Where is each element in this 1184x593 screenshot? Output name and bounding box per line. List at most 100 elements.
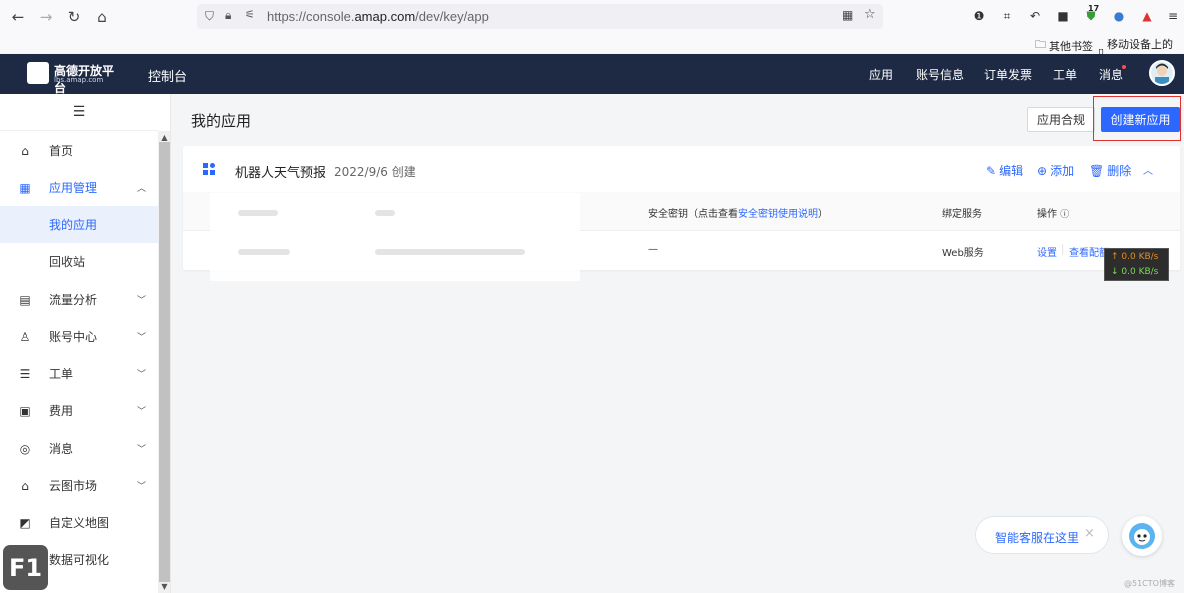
bookmark-other[interactable]: 🗀 其他书签	[1035, 36, 1093, 55]
sidebar-item-label: 自定义地图	[49, 516, 110, 530]
redacted-line	[238, 210, 278, 216]
sidebar-item-app-management[interactable]: ▦ 应用管理 ︿	[0, 169, 158, 206]
triangle-extension-icon[interactable]: ▲	[1139, 8, 1155, 24]
nav-messages[interactable]: 消息	[1099, 66, 1123, 83]
reload-icon[interactable]: ↻	[60, 3, 88, 31]
browser-toolbar: ← → ↻ ⌂ ⛉ 🔒︎ ⚟ https://console.amap.com/…	[0, 0, 1184, 33]
chevron-down-icon: ﹀	[137, 296, 147, 306]
settings-link[interactable]: 设置	[1037, 244, 1057, 259]
sidebar-item-label: 账号中心	[49, 330, 98, 344]
address-bar[interactable]: ⛉ 🔒︎ ⚟ https://console.amap.com/dev/key/…	[197, 4, 883, 29]
sidebar-item-traffic[interactable]: ▤ 流量分析 ﹀	[0, 281, 158, 318]
market-icon: ⌂	[21, 478, 29, 493]
sidebar-item-custom-map[interactable]: ◩ 自定义地图	[0, 504, 158, 541]
chart-icon: ▤	[19, 292, 31, 307]
back-icon[interactable]: ←	[4, 3, 32, 31]
forward-icon[interactable]: →	[32, 3, 60, 31]
extension-icon[interactable]: ■	[1055, 8, 1071, 24]
bookmark-star-icon[interactable]: ☆	[864, 7, 876, 22]
chevron-down-icon: ﹀	[137, 370, 147, 380]
delete-button[interactable]: 🗑︎ 删除	[1089, 162, 1131, 179]
customer-service-pill[interactable]: 智能客服在这里 ×	[975, 516, 1109, 554]
sidebar-item-fees[interactable]: ▣ 费用 ﹀	[0, 392, 158, 429]
nav-account[interactable]: 账号信息	[916, 66, 964, 83]
chevron-down-icon: ﹀	[137, 407, 147, 417]
info-icon[interactable]: ⓘ	[1060, 210, 1069, 220]
redacted-line	[375, 249, 525, 255]
notification-dot	[1122, 65, 1126, 69]
home-icon: ⌂	[21, 143, 29, 158]
app-compliance-button[interactable]: 应用合规	[1027, 107, 1095, 132]
url-text: https://console.amap.com/dev/key/app	[267, 9, 489, 24]
sidebar-item-messages[interactable]: ◎ 消息 ﹀	[0, 430, 158, 467]
edit-button[interactable]: ✎ 编辑	[986, 162, 1023, 179]
menu-icon[interactable]: ≡	[1165, 8, 1181, 24]
app-created-date: 2022/9/6 创建	[334, 165, 416, 179]
sidebar-item-my-apps[interactable]: 我的应用	[0, 206, 158, 243]
translate-icon[interactable]: ●	[1111, 8, 1127, 24]
sidebar-item-account[interactable]: ♙ 账号中心 ﹀	[0, 318, 158, 355]
add-icon: ⊕	[1037, 163, 1048, 178]
menu-toggle-icon[interactable]: ☰	[0, 94, 158, 131]
redacted-line	[375, 210, 395, 216]
extension-badge-icon[interactable]: ❶	[971, 8, 987, 24]
console-title[interactable]: 控制台	[148, 66, 187, 85]
customer-service-label: 智能客服在这里	[995, 531, 1080, 545]
upload-speed: ↑ 0.0 KB/s	[1111, 252, 1159, 262]
add-label: 添加	[1050, 164, 1075, 178]
sidebar-item-home[interactable]: ⌂ 首页	[0, 132, 158, 169]
col-secret-key: 安全密钥（点击查看安全密钥使用说明）	[648, 209, 828, 220]
permissions-icon: ⚟	[245, 8, 255, 21]
avatar[interactable]	[1149, 60, 1175, 86]
undo-icon[interactable]: ↶	[1027, 8, 1043, 24]
sidebar-item-label: 回收站	[49, 255, 86, 269]
col-operations: 操作 ⓘ	[1037, 209, 1070, 220]
divider: |	[1061, 244, 1065, 255]
redacted-area	[210, 193, 580, 281]
network-speed-widget: ↑ 0.0 KB/s ↓ 0.0 KB/s	[1104, 248, 1169, 281]
folder-icon: 🗀	[1035, 38, 1046, 51]
app-card-header: 机器人天气预报 2022/9/6 创建 ✎ 编辑 ⊕ 添加 🗑︎ 删除 ︿	[183, 146, 1180, 192]
scroll-down-icon[interactable]: ▼	[158, 581, 170, 592]
add-button[interactable]: ⊕ 添加	[1037, 162, 1074, 179]
nav-invoices[interactable]: 订单发票	[984, 66, 1032, 83]
home-browser-icon[interactable]: ⌂	[88, 3, 116, 31]
sidebar-item-label: 工单	[49, 367, 74, 381]
page-title: 我的应用	[191, 112, 252, 130]
message-icon: ◎	[19, 441, 31, 456]
close-icon[interactable]: ×	[1084, 526, 1095, 541]
collapse-chevron-icon[interactable]: ︿	[1143, 162, 1153, 177]
bookmarks-bar: 🗀其他书签 ▯移动设备上的书签	[0, 33, 1184, 67]
watermark: @51CTO博客	[1124, 579, 1175, 588]
qr-code-icon[interactable]: ▦	[842, 8, 853, 22]
sidebar-scroll-thumb[interactable]	[159, 142, 170, 582]
nav-tickets[interactable]: 工单	[1053, 66, 1077, 83]
logo-subtitle: lbs.amap.com	[54, 76, 104, 84]
sidebar: ☰ ⌂ 首页 ▦ 应用管理 ︿ 我的应用 回收站 ▤ 流量分析 ﹀ ♙ 账号中心…	[0, 94, 171, 593]
nav-apps[interactable]: 应用	[869, 66, 893, 83]
app-header: 高德开放平台 lbs.amap.com 控制台 应用 账号信息 订单发票 工单 …	[0, 54, 1184, 95]
sidebar-item-label: 应用管理	[49, 181, 98, 195]
user-icon: ♙	[19, 329, 31, 344]
sidebar-item-label: 首页	[49, 144, 74, 158]
secret-key-help-link[interactable]: 安全密钥使用说明	[738, 209, 818, 220]
view-quota-link[interactable]: 查看配额	[1069, 244, 1109, 259]
sidebar-item-market[interactable]: ⌂ 云图市场 ﹀	[0, 467, 158, 504]
sidebar-item-label: 我的应用	[49, 218, 98, 232]
sidebar-item-recycle-bin[interactable]: 回收站	[0, 243, 158, 280]
edit-icon: ✎	[986, 163, 997, 178]
highlight-frame	[1093, 96, 1181, 141]
col-bind-service: 绑定服务	[942, 209, 982, 220]
lock-icon: 🔒︎	[225, 8, 232, 22]
sidebar-item-tickets[interactable]: ☰ 工单 ﹀	[0, 355, 158, 392]
crop-icon[interactable]: ⌗	[999, 8, 1015, 24]
chevron-down-icon: ﹀	[137, 445, 147, 455]
custom-map-icon: ◩	[19, 515, 31, 530]
scroll-up-icon[interactable]: ▲	[158, 132, 170, 143]
chevron-up-icon: ︿	[137, 184, 147, 194]
chevron-down-icon: ﹀	[137, 333, 147, 343]
f1-overlay-badge: F1	[3, 545, 48, 590]
chatbot-avatar-icon[interactable]	[1122, 516, 1162, 556]
amap-logo[interactable]: 高德开放平台 lbs.amap.com	[27, 62, 123, 95]
sidebar-item-label: 消息	[49, 442, 74, 456]
